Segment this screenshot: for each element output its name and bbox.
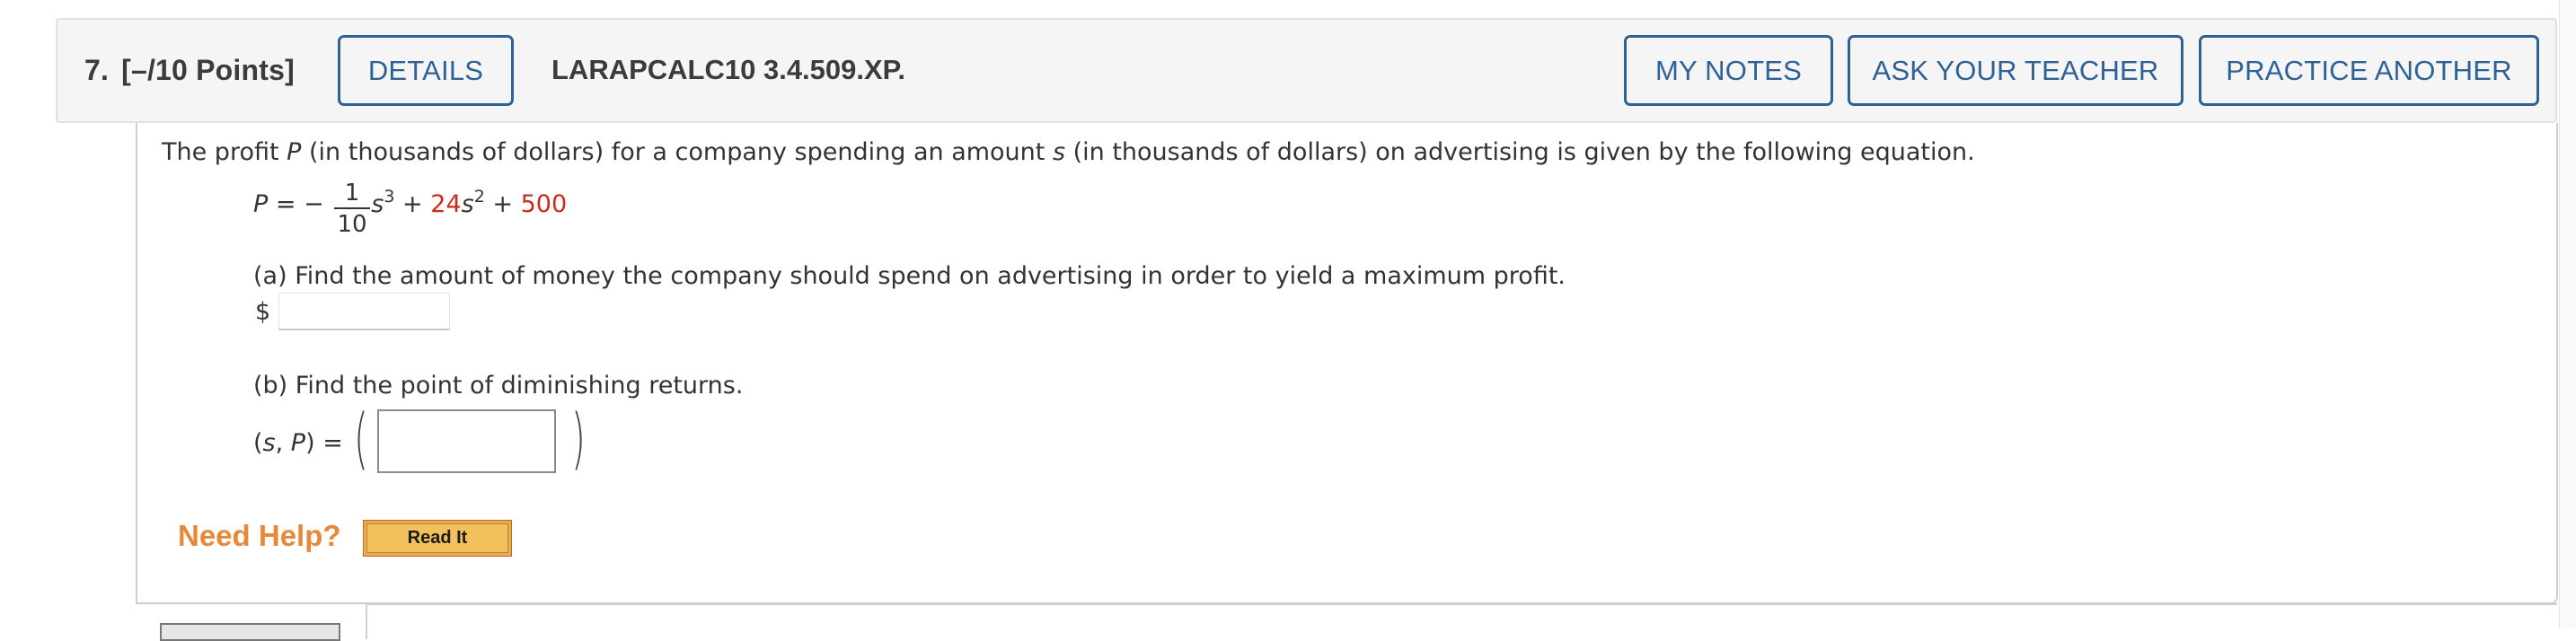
- read-it-button-label: Read It: [366, 523, 508, 553]
- my-notes-button[interactable]: MY NOTES: [1624, 35, 1833, 106]
- right-parenthesis: ): [571, 400, 586, 478]
- equation-s-squared-var: s: [461, 190, 474, 218]
- variable-P: P: [287, 138, 302, 166]
- label-P: P: [290, 429, 306, 457]
- equation-exponent-3: 3: [384, 187, 395, 206]
- question-number: 7.: [84, 54, 110, 86]
- equation-coefficient-24: 24: [430, 190, 462, 218]
- part-a-question: (a) Find the amount of money the company…: [253, 262, 1566, 290]
- point-label: (s, P) =: [253, 429, 343, 457]
- ask-your-teacher-button[interactable]: ASK YOUR TEACHER: [1848, 35, 2183, 106]
- question-title: 7. [–/10 Points]: [84, 54, 295, 87]
- page-right-edge: [2559, 0, 2576, 628]
- equation-lhs: P: [253, 190, 269, 218]
- problem-code: LARAPCALC10 3.4.509.XP.: [551, 54, 905, 85]
- equation-fraction: 1 10: [334, 180, 370, 239]
- need-help-label: Need Help?: [178, 519, 341, 552]
- variable-s: s: [1052, 138, 1066, 166]
- fraction-numerator: 1: [344, 180, 360, 206]
- equation-plus: +: [484, 190, 521, 218]
- question-header: 7. [–/10 Points] DETAILS LARAPCALC10 3.4.…: [56, 18, 2557, 123]
- equation-constant-500: 500: [520, 190, 568, 218]
- intro-text: The profit: [162, 138, 287, 166]
- fraction-bar: [334, 207, 370, 209]
- part-a-answer-input[interactable]: [278, 293, 450, 330]
- part-b-answer-input[interactable]: [377, 409, 556, 473]
- label-paren: (: [253, 429, 263, 457]
- equation-equals-minus: = −: [268, 190, 332, 218]
- part-b-question: (b) Find the point of diminishing return…: [253, 372, 744, 400]
- equation-exponent-2: 2: [473, 187, 485, 206]
- problem-statement: The profit P (in thousands of dollars) f…: [162, 138, 1975, 166]
- label-equals: ) =: [305, 429, 343, 457]
- left-parenthesis: (: [354, 400, 368, 478]
- fraction-denominator: 10: [337, 211, 367, 238]
- question-points: [–/10 Points]: [121, 54, 295, 86]
- label-comma: ,: [275, 429, 291, 457]
- equation-plus: +: [394, 190, 431, 218]
- equation-s-cubed-var: s: [371, 190, 384, 218]
- currency-symbol: $: [255, 298, 271, 326]
- intro-text: (in thousands of dollars) for a company …: [301, 138, 1053, 166]
- profit-equation: P = − s3 + 24s2 + 500: [253, 187, 568, 219]
- submit-button-partial[interactable]: [160, 623, 340, 641]
- next-panel-partial: [366, 603, 2557, 639]
- read-it-button[interactable]: Read It: [363, 520, 512, 557]
- practice-another-button[interactable]: PRACTICE ANOTHER: [2199, 35, 2539, 106]
- details-button[interactable]: DETAILS: [338, 35, 514, 106]
- intro-text: (in thousands of dollars) on advertising…: [1065, 138, 1975, 166]
- label-s: s: [262, 429, 276, 457]
